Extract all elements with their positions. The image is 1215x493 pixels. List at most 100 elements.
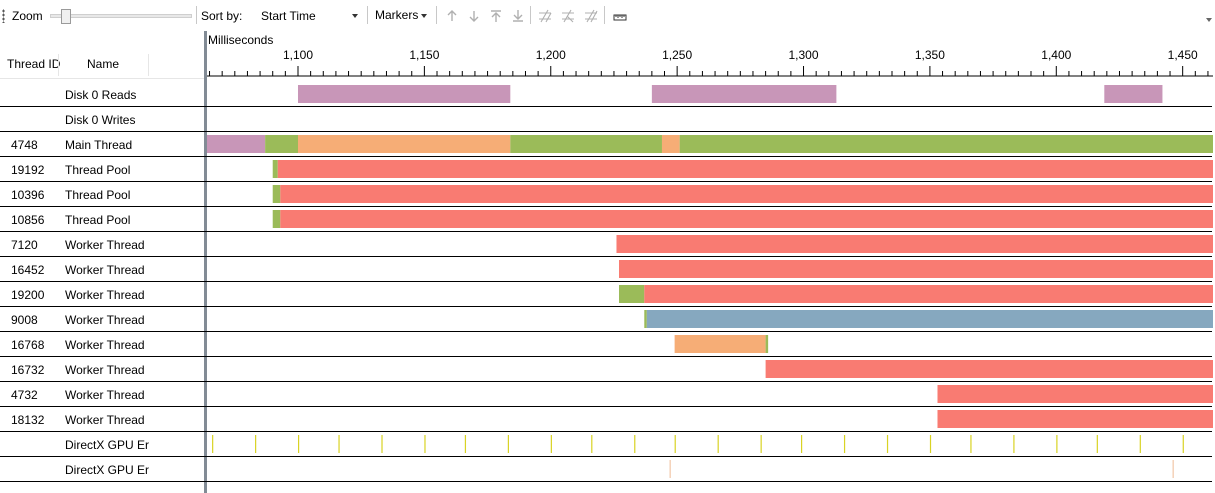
thread-segment-cpu[interactable]: [765, 335, 769, 353]
gpu-event-marker[interactable]: [255, 435, 257, 453]
thread-row[interactable]: Disk 0 Writes: [0, 107, 1215, 132]
thread-segment-cpu[interactable]: [272, 185, 281, 203]
thread-timeline-track[interactable]: [207, 182, 1213, 207]
thread-row[interactable]: DirectX GPU Er: [0, 432, 1215, 457]
thread-segment-io[interactable]: [661, 135, 680, 153]
thread-timeline-track[interactable]: [207, 132, 1213, 157]
gpu-event-marker[interactable]: [843, 435, 846, 453]
thread-segment-cpu[interactable]: [265, 135, 298, 153]
thread-segment-sync[interactable]: [277, 160, 1213, 178]
time-ruler[interactable]: 1,100 1,150 1,200 1,250 1,300 1,350 1,400 1,450: [207, 44, 1215, 80]
thread-timeline-track[interactable]: [207, 382, 1213, 407]
thread-timeline-track[interactable]: [207, 157, 1213, 182]
gpu-event-marker[interactable]: [669, 460, 671, 478]
gpu-event-marker[interactable]: [297, 435, 300, 453]
add-marker-icon[interactable]: [538, 9, 552, 23]
thread-segment-sync[interactable]: [937, 410, 1213, 428]
toolbar-grip[interactable]: [2, 9, 5, 23]
thread-row[interactable]: 18132 Worker Thread: [0, 407, 1215, 432]
gpu-event-marker[interactable]: [800, 435, 803, 453]
gpu-event-marker[interactable]: [1056, 435, 1058, 453]
gpu-event-marker[interactable]: [381, 435, 383, 453]
gpu-event-marker[interactable]: [717, 435, 719, 453]
gpu-event-marker[interactable]: [507, 435, 509, 453]
thread-segment-sync[interactable]: [616, 235, 1213, 253]
thread-timeline-track[interactable]: [207, 257, 1213, 282]
zoom-slider-track[interactable]: [50, 14, 192, 18]
gpu-event-marker[interactable]: [1139, 435, 1141, 453]
thread-timeline-track[interactable]: [207, 357, 1213, 382]
markers-dropdown-button[interactable]: Markers: [373, 7, 433, 25]
gpu-event-marker[interactable]: [760, 435, 762, 453]
thread-segment-sleep[interactable]: [646, 310, 1213, 328]
toolbar-overflow-icon[interactable]: [1206, 18, 1212, 22]
thread-segment-sync[interactable]: [619, 260, 1213, 278]
thread-row[interactable]: 7120 Worker Thread: [0, 232, 1215, 257]
column-divider[interactable]: [58, 54, 59, 76]
arrow-to-bottom-icon[interactable]: [511, 9, 525, 23]
gpu-event-marker[interactable]: [1096, 435, 1098, 453]
thread-row[interactable]: 19200 Worker Thread: [0, 282, 1215, 307]
thread-timeline-track[interactable]: [207, 332, 1213, 357]
thread-timeline-track[interactable]: [207, 82, 1213, 107]
gpu-event-marker[interactable]: [1182, 435, 1184, 453]
thread-timeline-track[interactable]: [207, 407, 1213, 432]
thread-row[interactable]: 10856 Thread Pool: [0, 207, 1215, 232]
thread-segment-sync[interactable]: [765, 360, 1213, 378]
thread-row[interactable]: 9008 Worker Thread: [0, 307, 1215, 332]
thread-segment-sync[interactable]: [937, 385, 1213, 403]
gpu-event-marker[interactable]: [674, 435, 676, 453]
thread-segment-disk[interactable]: [651, 85, 837, 103]
thread-segment-disk[interactable]: [207, 135, 266, 153]
zoom-slider-thumb[interactable]: [61, 9, 71, 24]
thread-segment-cpu[interactable]: [272, 210, 281, 228]
gpu-event-marker[interactable]: [929, 435, 932, 453]
thread-segment-cpu[interactable]: [679, 135, 1213, 153]
ruler-icon[interactable]: [613, 9, 627, 23]
thread-segment-disk[interactable]: [297, 85, 511, 103]
gpu-event-marker[interactable]: [970, 435, 972, 453]
thread-timeline-track[interactable]: [207, 207, 1213, 232]
thread-segment-sync[interactable]: [280, 210, 1213, 228]
gpu-event-marker[interactable]: [1013, 435, 1015, 453]
gpu-event-marker[interactable]: [1172, 460, 1174, 478]
column-header-name[interactable]: Name: [87, 57, 119, 71]
thread-segment-sync[interactable]: [280, 185, 1213, 203]
arrow-to-top-icon[interactable]: [489, 9, 503, 23]
thread-row[interactable]: 19192 Thread Pool: [0, 157, 1215, 182]
thread-segment-cpu[interactable]: [619, 285, 645, 303]
clear-markers-icon[interactable]: [584, 9, 598, 23]
gpu-event-marker[interactable]: [591, 435, 593, 453]
thread-row[interactable]: 4732 Worker Thread: [0, 382, 1215, 407]
gpu-event-marker[interactable]: [886, 435, 889, 453]
thread-segment-io[interactable]: [297, 135, 511, 153]
thread-row[interactable]: 16452 Worker Thread: [0, 257, 1215, 282]
thread-timeline-track[interactable]: [207, 107, 1213, 132]
sort-by-select[interactable]: Start Time: [248, 6, 362, 27]
thread-timeline-track[interactable]: [207, 307, 1213, 332]
thread-segment-disk[interactable]: [1104, 85, 1163, 103]
gpu-event-marker[interactable]: [634, 435, 636, 453]
thread-segment-cpu[interactable]: [644, 310, 647, 328]
thread-row[interactable]: 16768 Worker Thread: [0, 332, 1215, 357]
thread-timeline-track[interactable]: [207, 432, 1213, 457]
thread-row[interactable]: 16732 Worker Thread: [0, 357, 1215, 382]
gpu-event-marker[interactable]: [550, 435, 552, 453]
thread-row[interactable]: 4748 Main Thread: [0, 132, 1215, 157]
gpu-event-marker[interactable]: [424, 435, 426, 453]
column-header-thread-id[interactable]: Thread ID: [7, 57, 60, 71]
gpu-event-marker[interactable]: [338, 435, 340, 453]
thread-row[interactable]: DirectX GPU Er: [0, 457, 1215, 482]
zoom-slider[interactable]: [50, 9, 192, 24]
remove-marker-icon[interactable]: [561, 9, 575, 23]
thread-timeline-track[interactable]: [207, 457, 1213, 482]
thread-segment-io[interactable]: [674, 335, 766, 353]
column-divider[interactable]: [148, 54, 149, 76]
arrow-up-icon[interactable]: [445, 9, 459, 23]
thread-timeline-track[interactable]: [207, 232, 1213, 257]
thread-timeline-track[interactable]: [207, 282, 1213, 307]
thread-segment-cpu[interactable]: [510, 135, 662, 153]
thread-row[interactable]: Disk 0 Reads: [0, 82, 1215, 107]
gpu-event-marker[interactable]: [464, 435, 467, 453]
gpu-event-marker[interactable]: [212, 435, 214, 453]
